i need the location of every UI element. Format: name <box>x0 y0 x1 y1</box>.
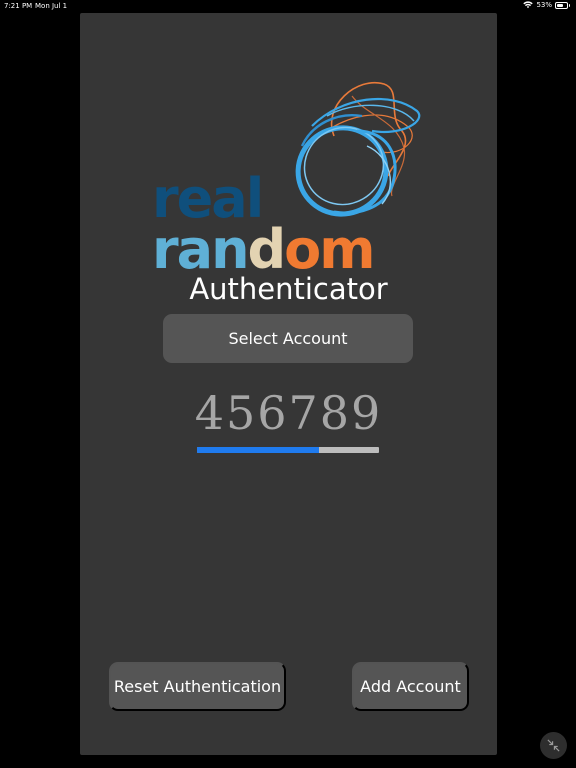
logo-letters-ran: ran <box>152 218 250 281</box>
otp-timer-progress <box>197 447 379 453</box>
otp-timer-progress-fill <box>197 447 319 453</box>
status-date: Mon Jul 1 <box>35 2 68 10</box>
realrandom-logo: real random <box>152 76 422 277</box>
battery-fill <box>557 3 563 7</box>
status-bar: 7:21 PM Mon Jul 1 53% <box>0 0 576 12</box>
screen: 7:21 PM Mon Jul 1 53% real random Authen… <box>0 0 576 768</box>
battery-percent: 53% <box>536 1 552 9</box>
wifi-icon <box>523 1 534 9</box>
reset-authentication-button[interactable]: Reset Authentication <box>109 662 286 711</box>
logo-letters-om: om <box>284 218 375 281</box>
otp-code: 456789 <box>194 386 383 440</box>
status-time: 7:21 PM <box>4 2 33 10</box>
add-account-button[interactable]: Add Account <box>352 662 469 711</box>
logo-letter-d: d <box>247 218 287 281</box>
status-indicators: 53% <box>523 1 570 9</box>
app-subtitle: Authenticator <box>189 272 388 306</box>
minimize-button[interactable] <box>540 732 567 759</box>
select-account-button[interactable]: Select Account <box>163 314 413 363</box>
minimize-icon <box>547 739 560 752</box>
logo-word-random: random <box>152 218 376 281</box>
battery-icon <box>555 1 570 9</box>
